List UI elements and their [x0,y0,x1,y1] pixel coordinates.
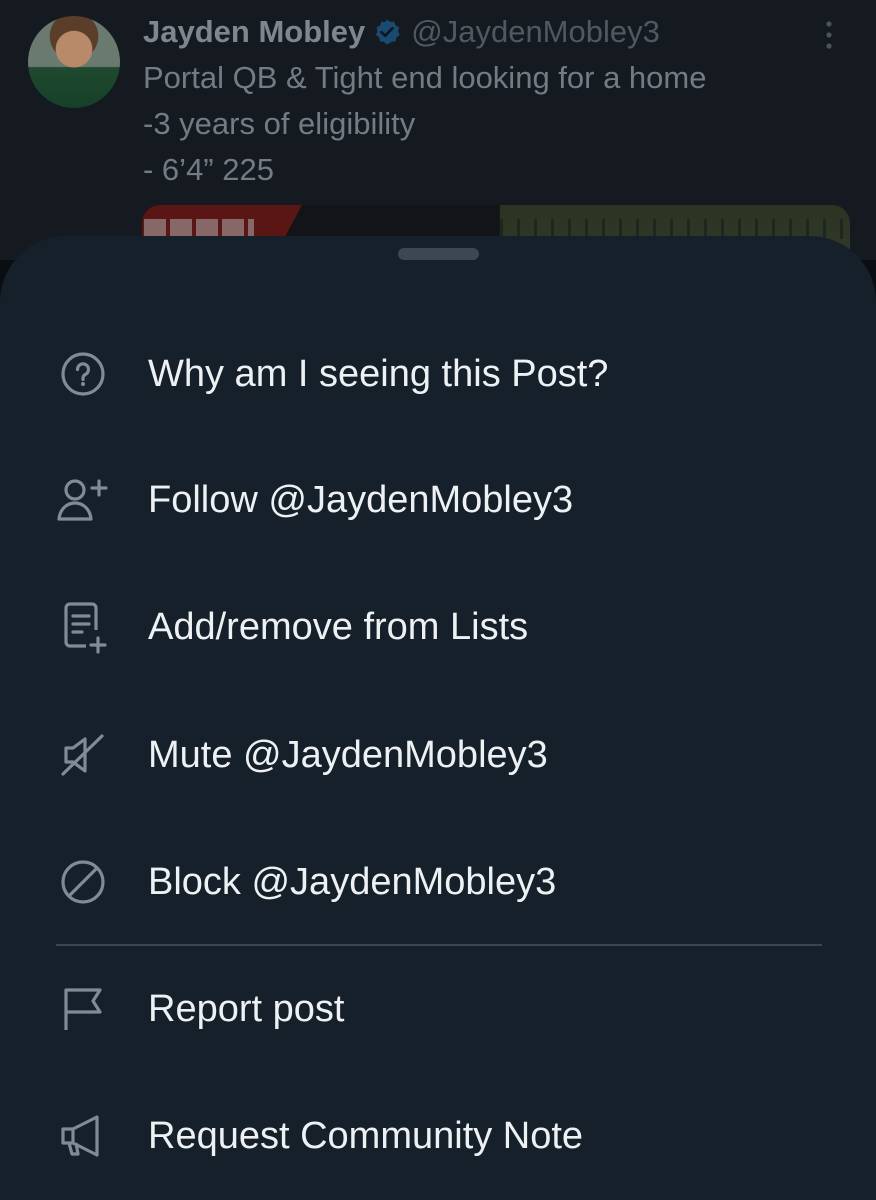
menu-item-block[interactable]: Block @JaydenMobley3 [0,832,876,932]
menu-item-why-seeing[interactable]: Why am I seeing this Post? [0,324,876,424]
screen: Jayden Mobley @JaydenMobley3 Portal QB &… [0,0,876,1200]
menu-item-lists[interactable]: Add/remove from Lists [0,577,876,677]
menu-item-follow[interactable]: Follow @JaydenMobley3 [0,450,876,550]
author-name[interactable]: Jayden Mobley [143,14,365,50]
question-circle-icon [52,343,114,405]
tweet-text-line: - 6’4” 225 [143,152,274,187]
menu-divider [56,944,822,946]
menu-item-label: Add/remove from Lists [148,605,529,648]
verified-badge-icon [373,18,401,46]
mute-icon [52,724,114,786]
author-handle[interactable]: @JaydenMobley3 [411,14,660,50]
list-add-icon [52,596,114,658]
sheet-drag-handle[interactable] [398,248,479,260]
tweet-text-line: -3 years of eligibility [143,106,416,141]
menu-item-label: Report post [148,987,345,1030]
menu-item-label: Block @JaydenMobley3 [148,860,557,903]
menu-item-report[interactable]: Report post [0,959,876,1059]
avatar[interactable] [28,16,120,108]
background-tweet[interactable]: Jayden Mobley @JaydenMobley3 Portal QB &… [0,0,876,265]
flag-icon [52,978,114,1040]
block-icon [52,851,114,913]
tweet-text-line: Portal QB & Tight end looking for a home [143,60,707,95]
author-line: Jayden Mobley @JaydenMobley3 [143,14,660,50]
menu-item-label: Why am I seeing this Post? [148,352,609,395]
menu-item-label: Request Community Note [148,1114,584,1157]
megaphone-icon [52,1105,114,1167]
menu-item-label: Follow @JaydenMobley3 [148,478,574,521]
more-options-icon[interactable] [818,18,840,52]
menu-item-mute[interactable]: Mute @JaydenMobley3 [0,705,876,805]
post-options-sheet: Why am I seeing this Post? Follow @Jayde… [0,236,876,1200]
menu-item-label: Mute @JaydenMobley3 [148,733,548,776]
menu-item-community-note[interactable]: Request Community Note [0,1086,876,1186]
follow-user-icon [52,469,114,531]
